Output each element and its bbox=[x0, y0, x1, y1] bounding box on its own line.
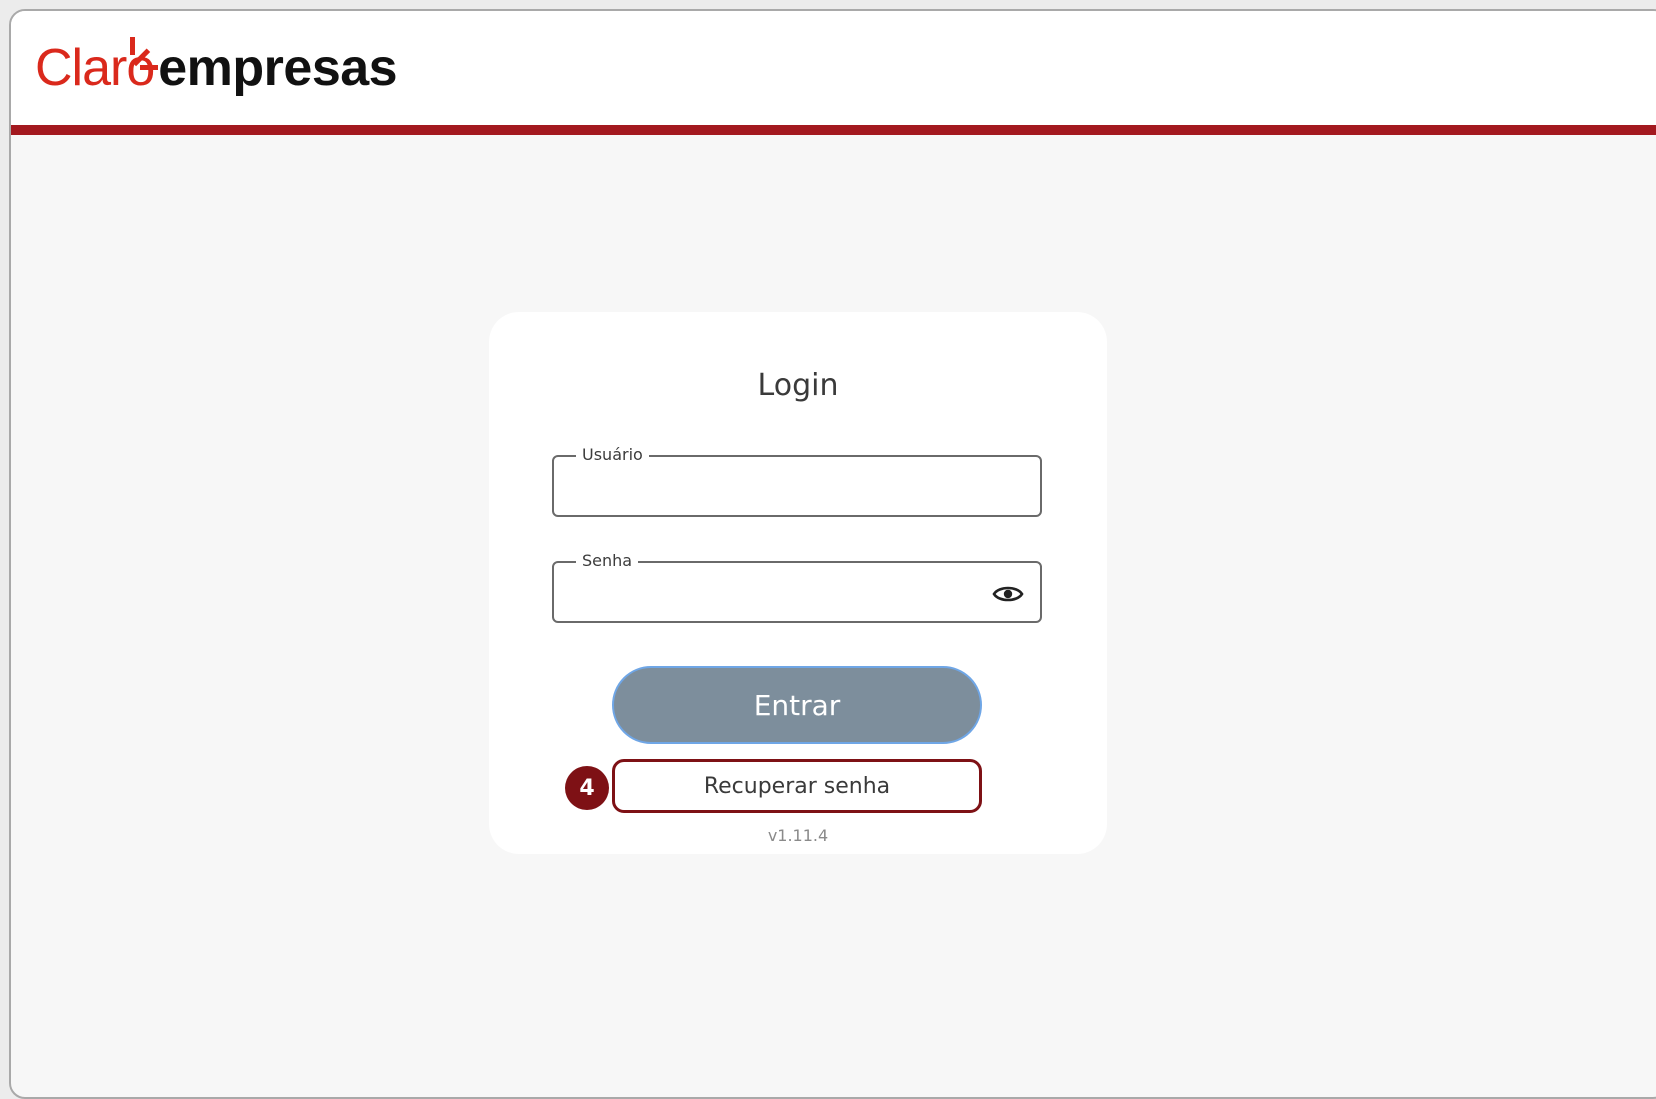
login-card: Login Usuário Senha Entrar 4 Recuperar s… bbox=[489, 312, 1107, 854]
logo-rays-icon bbox=[130, 37, 159, 70]
app-window: Claro empresas Login Usuário Senha Entra… bbox=[9, 9, 1656, 1099]
username-label: Usuário bbox=[576, 445, 649, 465]
submit-button[interactable]: Entrar bbox=[612, 666, 982, 744]
password-input[interactable] bbox=[568, 577, 980, 609]
version-label: v1.11.4 bbox=[767, 826, 829, 845]
password-field[interactable]: Senha bbox=[552, 551, 1042, 623]
login-title: Login bbox=[757, 368, 839, 403]
logo-product-text: empresas bbox=[158, 39, 398, 97]
step-badge: 4 bbox=[565, 766, 609, 810]
header: Claro empresas bbox=[11, 11, 1656, 125]
claro-empresas-logo[interactable]: Claro empresas bbox=[35, 35, 398, 115]
username-input[interactable] bbox=[568, 471, 980, 503]
eye-icon[interactable] bbox=[992, 583, 1024, 605]
recover-password-button[interactable]: Recuperar senha bbox=[612, 759, 982, 813]
header-divider-bar bbox=[11, 125, 1656, 135]
password-label: Senha bbox=[576, 551, 639, 571]
username-field[interactable]: Usuário bbox=[552, 445, 1042, 517]
